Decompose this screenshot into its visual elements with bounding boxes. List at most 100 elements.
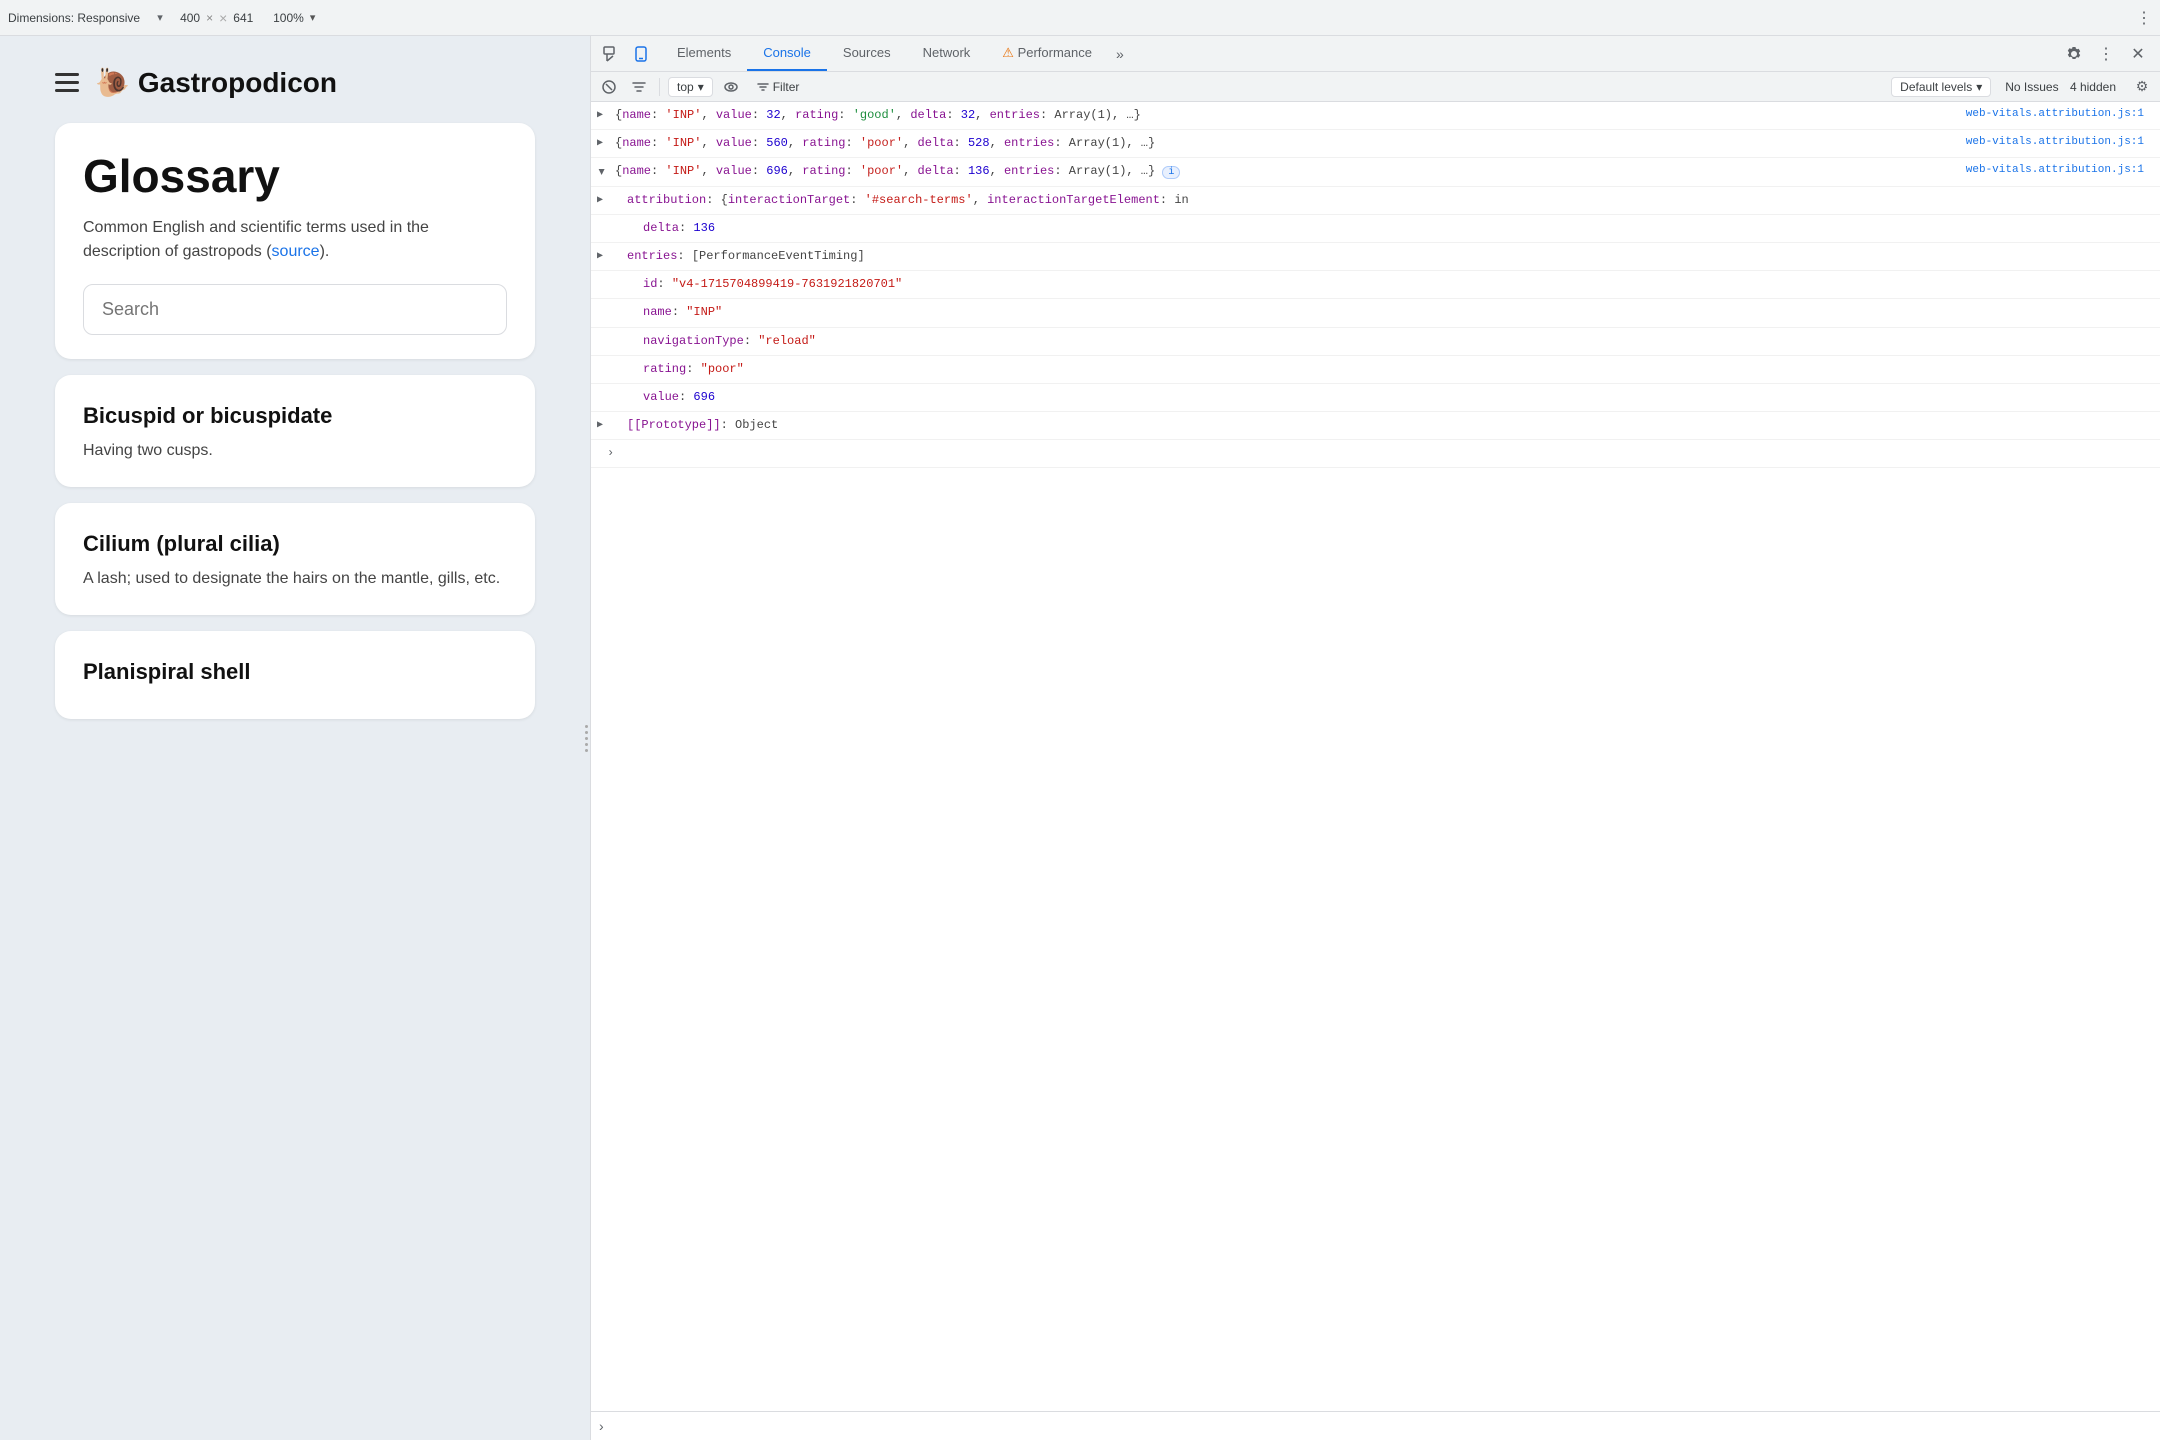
filter-button[interactable]: Filter: [749, 78, 808, 96]
website-content: 🐌 Gastropodicon Glossary Common English …: [35, 36, 555, 765]
entry-2-value: value: 696: [591, 384, 2160, 412]
entry-2-rating: rating: "poor": [591, 356, 2160, 384]
console-entry-0: ▶ web-vitals.attribution.js:1 {name: 'IN…: [591, 102, 2160, 130]
console-output: ▶ web-vitals.attribution.js:1 {name: 'IN…: [591, 102, 2160, 1411]
performance-warn-icon: ⚠: [1002, 45, 1014, 61]
console-entry-2: ▶ web-vitals.attribution.js:1 {name: 'IN…: [591, 158, 2160, 186]
prototype-toggle[interactable]: ▶: [597, 418, 603, 434]
level-dropdown-icon: ▾: [1976, 80, 1982, 94]
prompt-chevron: ›: [607, 446, 614, 460]
glossary-description: Common English and scientific terms used…: [83, 216, 507, 264]
entry-2-navtype: navigationType: "reload": [591, 328, 2160, 356]
topbar-more[interactable]: ⋮: [2136, 8, 2152, 28]
console-input[interactable]: [610, 1419, 2152, 1433]
toggle-icon-2[interactable]: ▶: [592, 169, 608, 175]
height-value[interactable]: 641: [233, 11, 253, 25]
glossary-heading: Glossary: [83, 151, 507, 202]
term-card-0: Bicuspid or bicuspidate Having two cusps…: [55, 375, 535, 487]
resize-dots: [585, 725, 588, 752]
entry-1-content: {name: 'INP', value: 560, rating: 'poor'…: [615, 136, 1155, 150]
tab-network[interactable]: Network: [907, 36, 987, 71]
zoom-dropdown-icon[interactable]: ▾: [310, 11, 316, 24]
context-dropdown-icon: ▾: [698, 80, 704, 94]
subbar-separator: [659, 78, 660, 96]
toggle-icon-0[interactable]: ▶: [597, 108, 603, 124]
dimensions-dropdown-icon[interactable]: ▾: [146, 4, 174, 32]
tab-console[interactable]: Console: [747, 36, 827, 71]
main-split: 🐌 Gastropodicon Glossary Common English …: [0, 36, 2160, 1440]
panel-resize-handle[interactable]: [582, 36, 590, 1440]
console-settings-button[interactable]: ⚙: [2130, 75, 2154, 99]
site-title-text: Gastropodicon: [138, 67, 337, 99]
term-title-0: Bicuspid or bicuspidate: [83, 403, 507, 429]
no-issues-text: No Issues: [2005, 80, 2058, 94]
term-title-2: Planispiral shell: [83, 659, 507, 685]
attribution-toggle[interactable]: ▶: [597, 193, 603, 209]
tab-performance[interactable]: ⚠ Performance: [986, 36, 1108, 71]
console-next-prompt: ›: [591, 440, 2160, 468]
file-link-1[interactable]: web-vitals.attribution.js:1: [1966, 134, 2152, 152]
console-entry-1: ▶ web-vitals.attribution.js:1 {name: 'IN…: [591, 130, 2160, 158]
entry-2-id: id: "v4-1715704899419-7631921820701": [591, 271, 2160, 299]
site-title: 🐌 Gastropodicon: [95, 66, 337, 99]
clear-console-button[interactable]: [597, 75, 621, 99]
snail-icon: 🐌: [95, 66, 130, 99]
left-panel: 🐌 Gastropodicon Glossary Common English …: [0, 36, 590, 1440]
top-bar: Dimensions: Responsive ▾ 400 × × 641 100…: [0, 0, 2160, 36]
inspect-element-button[interactable]: [597, 40, 625, 68]
entry-2-main: {name: 'INP', value: 696, rating: 'poor'…: [615, 164, 1155, 178]
devtools-left-icons: [591, 40, 661, 68]
devtools-subbar: top ▾ Filter Default levels ▾: [591, 72, 2160, 102]
entries-toggle[interactable]: ▶: [597, 249, 603, 265]
toggle-icon-1[interactable]: ▶: [597, 136, 603, 152]
level-value: Default levels: [1900, 80, 1972, 94]
term-card-2: Planispiral shell: [55, 631, 535, 719]
term-card-1: Cilium (plural cilia) A lash; used to de…: [55, 503, 535, 615]
filter-label: Filter: [773, 80, 800, 94]
devtools-tabs: Elements Console Sources Network ⚠ Perfo…: [661, 36, 2052, 71]
glossary-card: Glossary Common English and scientific t…: [55, 123, 535, 359]
context-selector[interactable]: top ▾: [668, 77, 713, 97]
search-input[interactable]: [83, 284, 507, 335]
device-toolbar-button[interactable]: [627, 40, 655, 68]
info-badge[interactable]: i: [1162, 166, 1180, 179]
entry-0-content: {name: 'INP', value: 32, rating: 'good',…: [615, 108, 1141, 122]
source-link[interactable]: source: [272, 243, 320, 260]
term-def-1: A lash; used to designate the hairs on t…: [83, 567, 507, 591]
dim-x-separator: ×: [206, 11, 213, 25]
entry-2-attribution: ▶ attribution: {interactionTarget: '#sea…: [591, 187, 2160, 215]
entry-2-delta: delta: 136: [591, 215, 2160, 243]
dimensions-label: Dimensions: Responsive: [8, 11, 140, 25]
site-header: 🐌 Gastropodicon: [55, 66, 535, 99]
glossary-desc-prefix: Common English and scientific terms used…: [83, 219, 429, 260]
close-icon: ×: [219, 10, 227, 26]
devtools-panel: Elements Console Sources Network ⚠ Perfo…: [590, 36, 2160, 1440]
file-link-2[interactable]: web-vitals.attribution.js:1: [1966, 162, 2152, 180]
width-value[interactable]: 400: [180, 11, 200, 25]
context-value: top: [677, 80, 694, 94]
tab-elements[interactable]: Elements: [661, 36, 747, 71]
live-expression-button[interactable]: [719, 75, 743, 99]
term-def-0: Having two cusps.: [83, 439, 507, 463]
dimensions-section: Dimensions: Responsive ▾ 400 × × 641 100…: [8, 4, 315, 32]
hamburger-menu[interactable]: [55, 73, 79, 92]
prompt-icon: ›: [599, 1418, 604, 1434]
topbar-more-icon[interactable]: ⋮: [2136, 10, 2152, 27]
devtools-topbar: Elements Console Sources Network ⚠ Perfo…: [591, 36, 2160, 72]
issues-badge: No Issues 4 hidden: [1997, 78, 2124, 96]
filter-toggle-button[interactable]: [627, 75, 651, 99]
term-title-1: Cilium (plural cilia): [83, 531, 507, 557]
hidden-count: 4 hidden: [2070, 80, 2116, 94]
zoom-label[interactable]: 100%: [273, 11, 304, 25]
tab-more-button[interactable]: »: [1108, 36, 1132, 71]
log-level-selector[interactable]: Default levels ▾: [1891, 77, 1991, 97]
tab-sources[interactable]: Sources: [827, 36, 907, 71]
more-options-button[interactable]: ⋮: [2092, 40, 2120, 68]
entry-2-entries: ▶ entries: [PerformanceEventTiming]: [591, 243, 2160, 271]
close-devtools-button[interactable]: ✕: [2124, 40, 2152, 68]
file-link-0[interactable]: web-vitals.attribution.js:1: [1966, 106, 2152, 124]
glossary-desc-suffix: ).: [320, 243, 330, 260]
settings-button[interactable]: [2060, 40, 2088, 68]
devtools-right-icons: ⋮ ✕: [2052, 40, 2160, 68]
entry-2-name: name: "INP": [591, 299, 2160, 327]
